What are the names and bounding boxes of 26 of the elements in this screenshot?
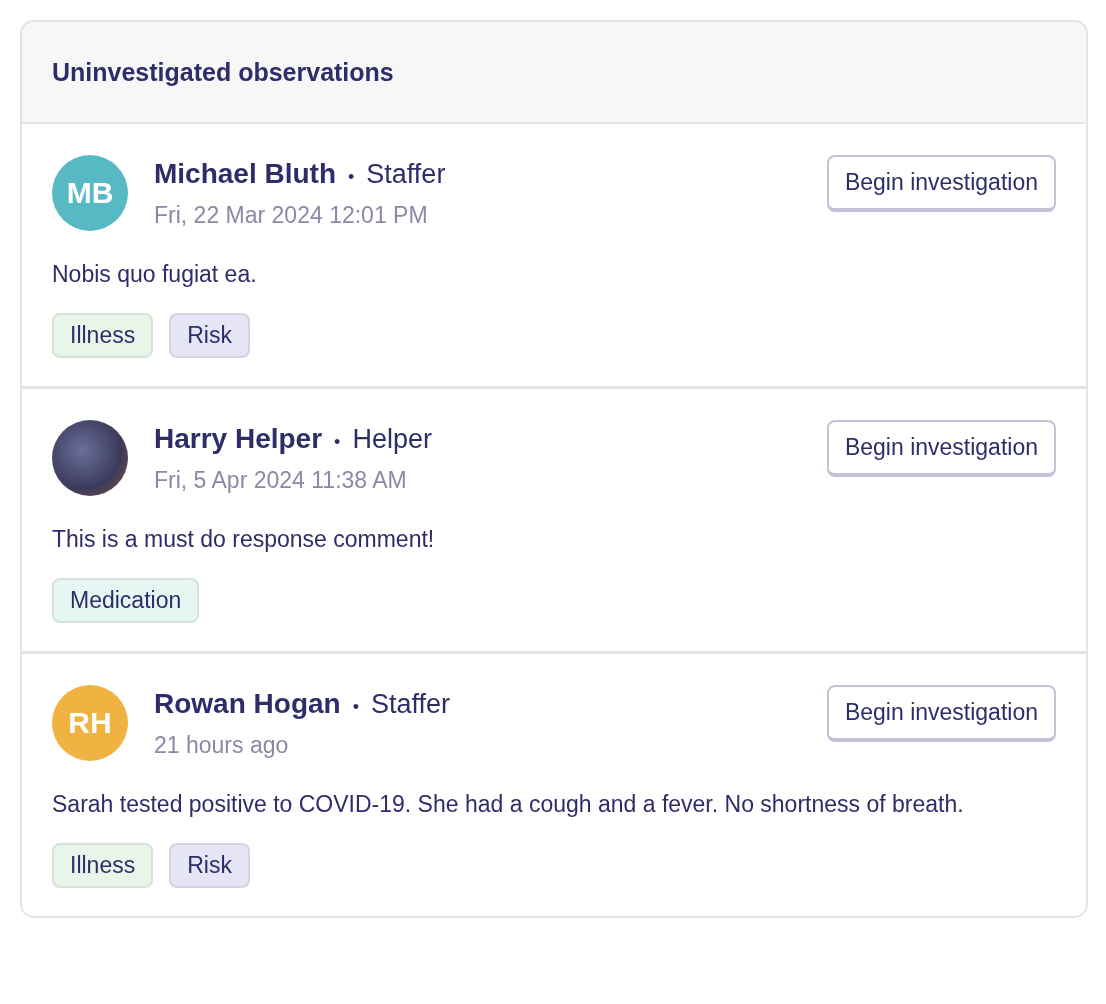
author-name: Rowan Hogan xyxy=(154,687,341,721)
separator-dot: • xyxy=(348,166,355,189)
observation-text: This is a must do response comment! xyxy=(52,525,436,554)
separator-dot: • xyxy=(334,431,341,454)
avatar: MB xyxy=(52,155,128,231)
author-name: Harry Helper xyxy=(154,422,323,456)
author-role: Staffer xyxy=(366,158,446,191)
timestamp: Fri, 5 Apr 2024 11:38 AM xyxy=(154,466,408,495)
begin-investigation-button[interactable]: Begin investigation xyxy=(826,685,1056,742)
timestamp: 21 hours ago xyxy=(154,731,290,760)
tag: Risk xyxy=(169,843,250,888)
avatar: RH xyxy=(52,685,128,761)
author-role: Staffer xyxy=(371,688,451,721)
panel-title: Uninvestigated observations xyxy=(52,57,395,88)
tag: Illness xyxy=(52,843,154,888)
begin-investigation-button[interactable]: Begin investigation xyxy=(826,155,1056,212)
timestamp: Fri, 22 Mar 2024 12:01 PM xyxy=(154,201,429,230)
tag: Risk xyxy=(169,313,250,358)
tag: Illness xyxy=(52,313,154,358)
observation-text: Sarah tested positive to COVID-19. She had a cough and a fever. No shortness of breath. xyxy=(52,790,965,819)
observation-text: Nobis quo fugiat ea. xyxy=(52,260,258,289)
author-name: Michael Bluth xyxy=(154,157,336,191)
separator-dot: • xyxy=(352,696,359,719)
begin-investigation-button[interactable]: Begin investigation xyxy=(826,420,1056,477)
tag: Medication xyxy=(52,578,200,623)
author-role: Helper xyxy=(352,423,432,456)
